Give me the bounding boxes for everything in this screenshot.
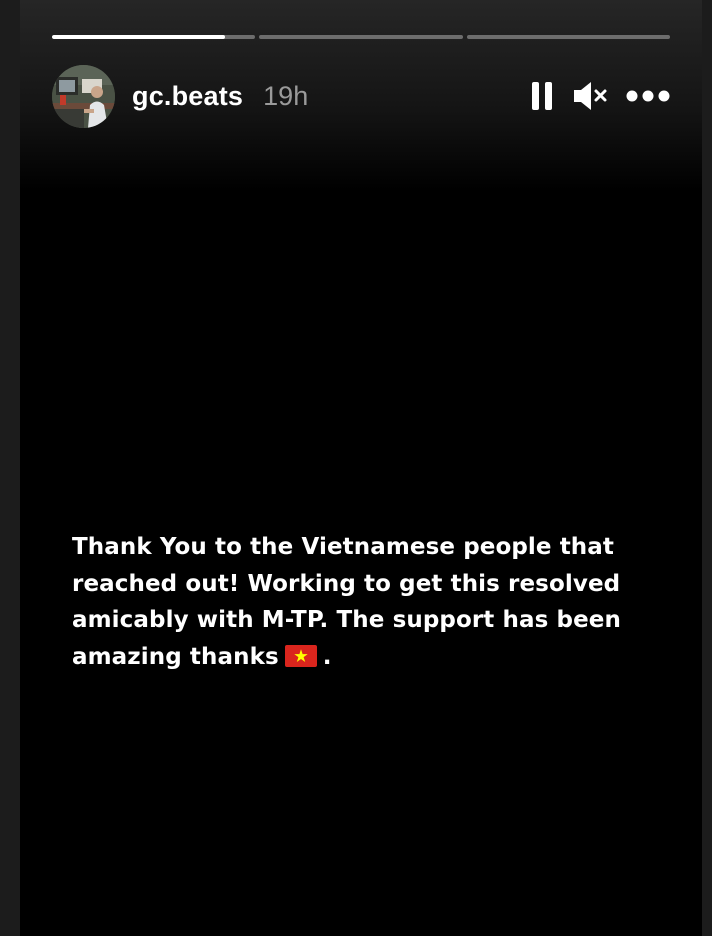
progress-segment-1 [52, 35, 256, 39]
caption-trailing: . [322, 643, 332, 670]
mute-button[interactable] [572, 80, 608, 112]
more-dots-icon [626, 90, 670, 102]
viewer-frame: gc.beats 19h Thank You to the Vietnamese… [0, 0, 712, 936]
muted-speaker-icon [574, 82, 607, 110]
username[interactable]: gc.beats [132, 81, 243, 112]
more-options-button[interactable] [626, 89, 670, 103]
avatar-photo [52, 64, 115, 128]
story-header: gc.beats 19h [52, 64, 670, 128]
story-caption: Thank You to the Vietnamese people that … [72, 529, 672, 678]
avatar[interactable] [52, 64, 115, 128]
pause-icon [532, 82, 552, 110]
progress-segment-1-fill [52, 35, 225, 39]
story-progress-bar [52, 35, 670, 39]
progress-segment-3 [466, 35, 670, 39]
timestamp: 19h [263, 80, 309, 111]
story-controls [530, 80, 670, 112]
vietnam-flag-icon [284, 642, 317, 679]
progress-segment-2 [259, 35, 463, 39]
story-viewer[interactable]: gc.beats 19h Thank You to the Vietnamese… [20, 0, 702, 936]
caption-text: Thank You to the Vietnamese people that … [72, 534, 621, 670]
pause-button[interactable] [530, 81, 554, 111]
